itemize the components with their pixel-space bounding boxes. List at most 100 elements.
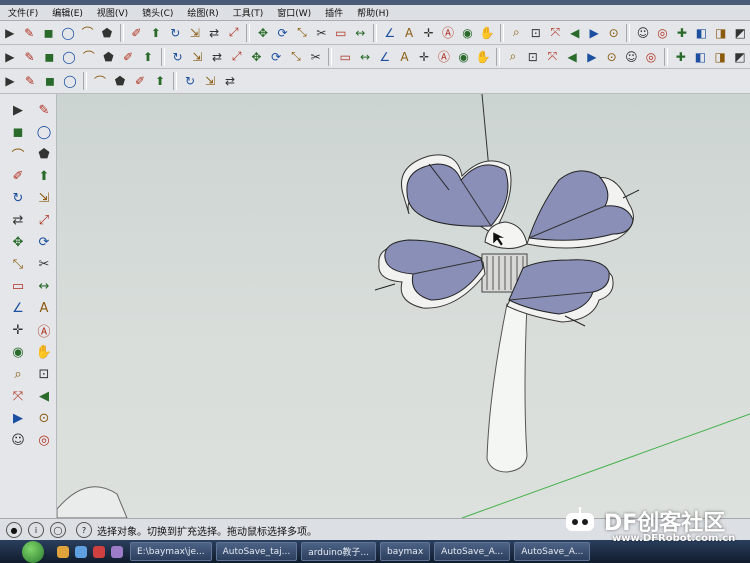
hand-tool-icon[interactable]: ⬟ — [111, 72, 129, 90]
offset-icon[interactable]: ⤢ — [225, 24, 242, 42]
arc-icon[interactable]: ⬆ — [34, 166, 54, 186]
rotate-icon[interactable]: ⟳ — [274, 24, 291, 42]
quicklaunch-app-icon[interactable] — [93, 545, 105, 558]
rectangle-icon[interactable]: ⌒ — [8, 144, 28, 164]
zoom-extents-icon[interactable]: ◀ — [34, 386, 54, 406]
rotate-tool-icon[interactable]: ▶ — [1, 72, 19, 90]
eraser-icon[interactable]: ◯ — [34, 122, 54, 142]
freehand-icon[interactable]: ⇲ — [34, 188, 54, 208]
walk-icon[interactable]: ⊙ — [34, 408, 54, 428]
delete-tool-icon[interactable]: ⇄ — [221, 72, 239, 90]
mirror-tool-icon[interactable]: ▭ — [336, 48, 354, 66]
push-pull-icon[interactable]: ⤢ — [34, 210, 54, 230]
shape-d-icon[interactable]: ⤢ — [228, 48, 246, 66]
select-icon[interactable]: ▶ — [8, 100, 28, 120]
quicklaunch-folder-icon[interactable] — [57, 545, 69, 558]
ellipse-tool-icon[interactable]: ✐ — [131, 72, 149, 90]
paint-icon[interactable]: ◼ — [8, 122, 28, 142]
section-icon[interactable]: ✚ — [673, 24, 690, 42]
select-icon[interactable]: ▶ — [1, 24, 18, 42]
zoom-window-icon[interactable]: ⊡ — [34, 364, 54, 384]
shape-a-icon[interactable]: ↻ — [169, 48, 187, 66]
3d-text-icon[interactable]: Ⓐ — [439, 24, 456, 42]
zoom-extents-icon[interactable]: ⤧ — [547, 24, 564, 42]
zoom-icon[interactable]: ⌕ — [8, 364, 28, 384]
eraser-icon[interactable]: ◼ — [40, 24, 57, 42]
taskbar-item[interactable]: AutoSave_A... — [514, 542, 591, 561]
stamp-tool-icon[interactable]: ◎ — [642, 48, 660, 66]
loft-tool-icon[interactable]: ⊡ — [524, 48, 542, 66]
cube-tool-icon[interactable]: ⬆ — [151, 72, 169, 90]
smooth-tool-icon[interactable]: ▶ — [583, 48, 601, 66]
axes-icon[interactable]: ✛ — [420, 24, 437, 42]
paint-icon[interactable]: ✎ — [20, 24, 37, 42]
menu-window[interactable]: 窗口(W) — [277, 6, 311, 19]
array-tool-icon[interactable]: ✂ — [307, 48, 325, 66]
shape-e-icon[interactable]: ✥ — [248, 48, 266, 66]
scale-icon[interactable]: ⤡ — [293, 24, 310, 42]
help-icon[interactable]: ? — [76, 522, 92, 538]
dimension-icon[interactable]: ↔ — [34, 276, 54, 296]
taskbar-item[interactable]: AutoSave_A... — [434, 542, 511, 561]
move-icon[interactable]: ⇄ — [8, 210, 28, 230]
shape-tool-icon[interactable]: ⇲ — [201, 72, 219, 90]
shape-b-icon[interactable]: ⇲ — [188, 48, 206, 66]
position-camera-icon[interactable]: ⊙ — [605, 24, 622, 42]
menu-help[interactable]: 帮助(H) — [357, 6, 389, 19]
menu-camera[interactable]: 镜头(C) — [142, 6, 173, 19]
geo-icon[interactable]: ● — [6, 522, 22, 538]
text-icon[interactable]: A — [400, 24, 417, 42]
protractor-icon[interactable]: ∠ — [381, 24, 398, 42]
polygon-tool-icon[interactable]: ⌒ — [80, 48, 98, 66]
menu-plugins[interactable]: 插件 — [325, 6, 343, 19]
fill-tool-icon[interactable]: ◨ — [711, 48, 729, 66]
pencil-tool-icon[interactable]: ◯ — [61, 72, 79, 90]
3d-text-icon[interactable]: Ⓐ — [34, 320, 54, 340]
unfold-tool-icon[interactable]: ◩ — [731, 48, 749, 66]
sweep-tool-icon[interactable]: ⤧ — [544, 48, 562, 66]
quicklaunch-media-icon[interactable] — [111, 545, 123, 558]
arc-tool-icon[interactable]: ✎ — [21, 48, 39, 66]
rect-tool-icon[interactable]: ◼ — [40, 48, 58, 66]
chamfer-tool-icon[interactable]: Ⓐ — [435, 48, 453, 66]
shape-c-icon[interactable]: ⇄ — [208, 48, 226, 66]
position-camera-icon[interactable]: ▶ — [8, 408, 28, 428]
orbit-icon[interactable]: ◉ — [8, 342, 28, 362]
grid-tool-icon[interactable]: ⟳ — [267, 48, 285, 66]
taskbar-item[interactable]: baymax — [379, 542, 431, 561]
join-tool-icon[interactable]: ⌕ — [504, 48, 522, 66]
move-icon[interactable]: ✥ — [254, 24, 271, 42]
push-pull-icon[interactable]: ⇲ — [186, 24, 203, 42]
circle-tool-icon[interactable]: ◯ — [60, 48, 78, 66]
pan-icon[interactable]: ✋ — [34, 342, 54, 362]
look-around-icon[interactable]: ◎ — [654, 24, 671, 42]
taskbar-item[interactable]: AutoSave_taj... — [215, 542, 298, 561]
rotate-icon[interactable]: ✥ — [8, 232, 28, 252]
extend-tool-icon[interactable]: A — [396, 48, 414, 66]
line-icon[interactable]: ⬟ — [34, 144, 54, 164]
tape-icon[interactable]: ▭ — [8, 276, 28, 296]
previous-icon[interactable]: ⤧ — [8, 386, 28, 406]
line-draw-icon[interactable]: ✎ — [21, 72, 39, 90]
zoom-icon[interactable]: ⌕ — [508, 24, 525, 42]
pan-icon[interactable]: ✋ — [478, 24, 495, 42]
offset-icon[interactable]: ✂ — [34, 254, 54, 274]
flip-tool-icon[interactable]: ✚ — [672, 48, 690, 66]
quicklaunch-ie-icon[interactable] — [75, 545, 87, 558]
split-tool-icon[interactable]: ✋ — [474, 48, 492, 66]
menu-tools[interactable]: 工具(T) — [233, 6, 264, 19]
orbit-icon[interactable]: ◉ — [459, 24, 476, 42]
curve-tool-icon[interactable]: ↻ — [181, 72, 199, 90]
model-viewport[interactable] — [57, 94, 750, 518]
rectangle-icon[interactable]: ◯ — [59, 24, 76, 42]
menu-view[interactable]: 视图(V) — [97, 6, 128, 19]
follow-me-icon[interactable]: ⟳ — [34, 232, 54, 252]
look-around-icon[interactable]: ☺ — [8, 430, 28, 450]
taskbar-item[interactable]: E:\baymax\je... — [130, 542, 212, 561]
credit-icon[interactable]: i — [28, 522, 44, 538]
weld-tool-icon[interactable]: ◉ — [455, 48, 473, 66]
cut-tool-icon[interactable]: ◧ — [692, 48, 710, 66]
extrude-tool-icon[interactable]: ◀ — [563, 48, 581, 66]
follow-me-icon[interactable]: ⇄ — [205, 24, 222, 42]
circle-icon[interactable]: ✐ — [8, 166, 28, 186]
